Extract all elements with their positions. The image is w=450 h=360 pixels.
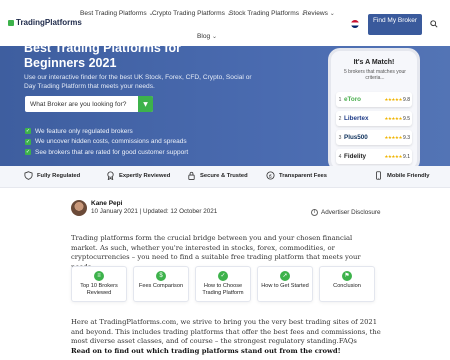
site-logo[interactable]: TradingPlatforms <box>8 18 82 27</box>
nav-blog[interactable]: Blog ⌄ <box>197 33 217 40</box>
feature-label: Fully Regulated <box>37 172 81 179</box>
match-title: It's A Match! <box>353 59 395 66</box>
logo-text: TradingPlatforms <box>16 18 82 27</box>
card-how-to-choose[interactable]: ✓ How to Choose Trading Platform <box>195 266 251 302</box>
broker-finder-select[interactable]: What Broker are you looking for? ▼ <box>25 96 153 112</box>
info-icon: i <box>311 209 318 216</box>
svg-text:£: £ <box>269 173 272 179</box>
list-icon: ≡ <box>94 271 104 281</box>
nav-stock-trading-platforms[interactable]: Stock Trading Platforms ⌄ <box>229 10 306 17</box>
top-navbar: TradingPlatforms Best Trading Platforms … <box>0 0 450 46</box>
broker-row-plus500[interactable]: 3 Plus500 ★★★★★ 9.3 <box>336 130 412 145</box>
hero-bullet: ✓ We uncover hidden costs, commissions an… <box>25 137 188 148</box>
nav-label: Stock Trading Platforms <box>229 10 299 17</box>
check-icon: ✓ <box>25 149 31 156</box>
broker-score: 9.8 <box>403 96 410 103</box>
broker-row-fidelity[interactable]: 4 Fidelity ★★★★★ 9.1 <box>336 149 412 164</box>
check-icon: ✓ <box>218 271 228 281</box>
broker-name: Fidelity <box>344 153 367 160</box>
feature-secure-trusted: Secure & Trusted <box>187 171 248 180</box>
hero-bullet: ✓ See brokers that are rated for good cus… <box>25 147 188 158</box>
nav-best-trading-platforms[interactable]: Best Trading Platforms ⌄ <box>80 10 154 17</box>
check-icon: ✓ <box>25 128 31 135</box>
broker-finder-placeholder: What Broker are you looking for? <box>30 100 127 108</box>
page-title: Best Trading Platforms for Beginners 202… <box>24 46 181 70</box>
chevron-down-icon: ⌄ <box>212 34 218 40</box>
broker-name: Plus500 <box>344 134 368 141</box>
star-rating-icon: ★★★★★ <box>384 134 402 140</box>
nav-label: Best Trading Platforms <box>80 10 147 17</box>
rank-number: 4 <box>338 153 342 160</box>
coin-icon: £ <box>266 171 275 180</box>
bullet-text: We uncover hidden costs, commissions and… <box>35 138 187 146</box>
card-label: Conclusion <box>333 283 361 289</box>
feature-label: Transparent Fees <box>279 172 328 179</box>
rank-number: 2 <box>338 115 342 122</box>
nav-label: Crypto Trading Platforms <box>152 10 225 17</box>
broker-score: 9.3 <box>403 134 410 141</box>
broker-row-libertex[interactable]: 2 Libertex ★★★★★ 9.5 <box>336 111 412 126</box>
hero-bullet: ✓ We feature only regulated brokers <box>25 126 188 137</box>
advertiser-disclosure-link[interactable]: i Advertiser Disclosure <box>311 209 381 216</box>
broker-name: eToro <box>344 96 362 103</box>
feature-mobile-friendly: Mobile Friendly <box>374 171 430 180</box>
bullet-text: We feature only regulated brokers <box>35 127 133 135</box>
rocket-icon: ➚ <box>280 271 290 281</box>
check-icon: ✓ <box>25 138 31 145</box>
match-subtitle: 5 brokers that matches your criteria... <box>344 69 406 81</box>
logo-mark-icon <box>8 19 14 26</box>
bullet-text: See brokers that are rated for good cust… <box>35 148 189 156</box>
body-paragraph: Here at TradingPlatforms.com, we strive … <box>71 318 381 346</box>
card-label: Top 10 Brokers Reviewed <box>80 283 118 296</box>
hero-description: Use our interactive finder for the best … <box>24 74 252 90</box>
chevron-down-icon: ⌄ <box>329 11 335 17</box>
hero-bullets: ✓ We feature only regulated brokers ✓ We u… <box>25 126 188 158</box>
find-my-broker-button[interactable]: Find My Broker <box>368 14 422 35</box>
feature-label: Expertly Reviewed <box>119 172 171 179</box>
features-strip: Fully Regulated Expertly Reviewed Secure… <box>0 166 450 188</box>
nav-label: Reviews <box>303 10 328 17</box>
mobile-icon <box>376 171 381 180</box>
card-label: How to Choose Trading Platform <box>202 283 244 296</box>
broker-row-etoro[interactable]: 1 eToro ★★★★★ 9.8 <box>336 92 412 107</box>
card-label: Fees Comparison <box>138 283 184 289</box>
feature-label: Mobile Friendly <box>387 172 430 179</box>
broker-name: Libertex <box>344 115 369 122</box>
star-rating-icon: ★★★★★ <box>384 96 402 102</box>
star-rating-icon: ★★★★★ <box>384 115 402 121</box>
feature-expertly-reviewed: Expertly Reviewed <box>106 171 170 180</box>
badge-icon <box>107 171 114 180</box>
author-name[interactable]: Kane Pepi <box>91 200 122 207</box>
disclosure-label: Advertiser Disclosure <box>321 209 381 216</box>
uk-flag-icon[interactable] <box>351 20 359 28</box>
card-conclusion[interactable]: ⚑ Conclusion <box>319 266 375 302</box>
avatar[interactable] <box>71 200 87 216</box>
nav-reviews[interactable]: Reviews ⌄ <box>303 10 335 17</box>
search-icon[interactable] <box>430 20 438 28</box>
rank-number: 1 <box>338 96 342 103</box>
read-on-callout: Read on to find out which trading platfo… <box>71 347 341 355</box>
broker-score: 9.5 <box>403 115 410 122</box>
card-fees-comparison[interactable]: $ Fees Comparison <box>133 266 189 302</box>
phone-mockup: It's A Match! 5 brokers that matches you… <box>328 48 420 172</box>
dollar-icon: $ <box>156 271 166 281</box>
card-how-to-get-started[interactable]: ➚ How to Get Started <box>257 266 313 302</box>
flag-icon: ⚑ <box>342 271 352 281</box>
quick-links: ≡ Top 10 Brokers Reviewed $ Fees Compari… <box>71 266 379 302</box>
nav-label: Blog <box>197 33 211 40</box>
shield-icon <box>24 171 33 180</box>
publish-dates: 10 January 2021 | Updated: 12 October 20… <box>91 208 218 215</box>
rank-number: 3 <box>338 134 342 141</box>
feature-fully-regulated: Fully Regulated <box>24 171 80 180</box>
card-top-10-brokers[interactable]: ≡ Top 10 Brokers Reviewed <box>71 266 127 302</box>
feature-transparent-fees: £ Transparent Fees <box>266 171 327 180</box>
feature-label: Secure & Trusted <box>200 172 248 179</box>
chevron-down-icon[interactable]: ▼ <box>138 96 153 112</box>
lock-icon <box>188 171 195 180</box>
star-rating-icon: ★★★★★ <box>384 153 402 159</box>
nav-crypto-trading-platforms[interactable]: Crypto Trading Platforms ⌄ <box>152 10 232 17</box>
card-label: How to Get Started <box>261 283 309 289</box>
broker-score: 9.1 <box>403 153 410 160</box>
